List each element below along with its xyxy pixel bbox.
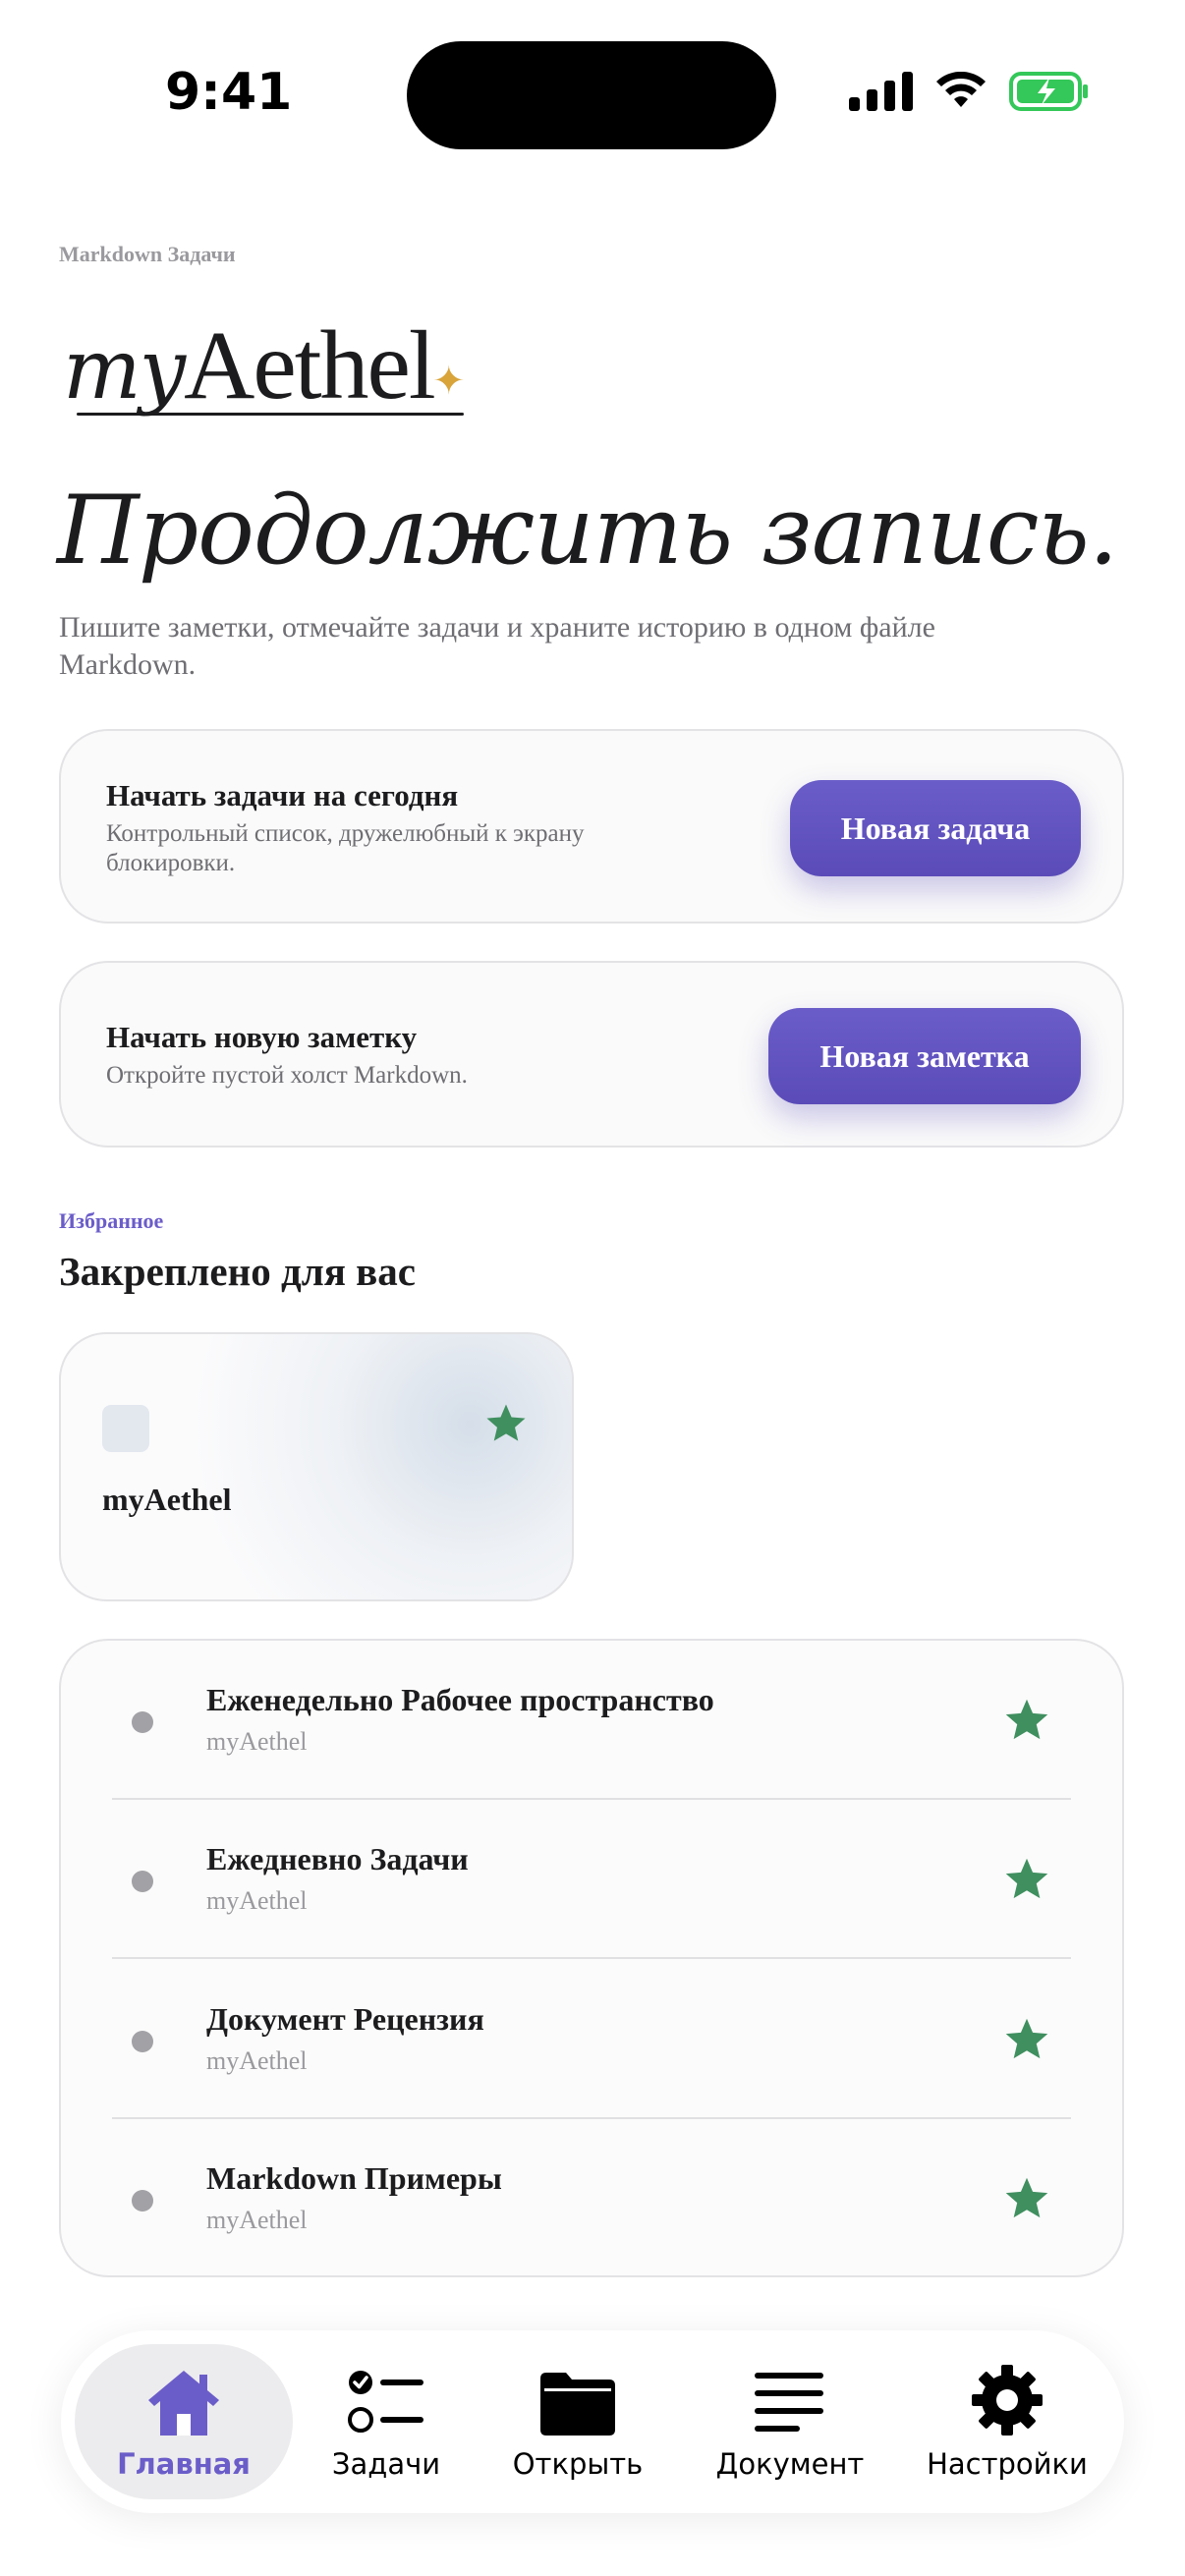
list-item[interactable]: Markdown Примеры myAethel [61,2119,1122,2278]
tab-settings-label: Настройки [927,2447,1088,2481]
start-note-description: Откройте пустой холст Markdown. [106,1062,468,1089]
app-eyebrow: Markdown Задачи [59,242,236,266]
cellular-signal-icon [849,72,913,111]
tab-document[interactable]: Документ [682,2344,898,2499]
list-item-title: Markdown Примеры [206,2160,502,2196]
logo-wordmark-text: Aethel [184,310,436,420]
myaethel-logo: myAethel ✦ [63,308,466,421]
pinned-card[interactable]: myAethel [59,1332,574,1601]
logo-script-text: my [63,321,186,418]
logo-underline [77,413,464,416]
star-icon[interactable] [1002,2015,1051,2069]
tab-tasks-label: Задачи [331,2447,441,2481]
bullet-dot [132,2190,153,2212]
tab-tasks[interactable]: Задачи [303,2344,470,2499]
favorites-title: Закреплено для вас [59,1249,416,1294]
wifi-icon [934,72,988,111]
tab-settings[interactable]: Настройки [904,2344,1110,2499]
folder-icon [538,2363,617,2437]
battery-charging-icon [1009,71,1090,112]
home-icon [144,2363,223,2437]
document-lines-icon [751,2363,829,2437]
start-note-title: Начать новую заметку [106,1020,418,1054]
status-bar: 9:41 [0,0,1185,187]
sparkle-icon: ✦ [432,359,466,403]
bullet-dot [132,1871,153,1892]
status-icons [849,71,1090,112]
page-title: Продолжить запись. [57,476,1118,586]
star-icon[interactable] [1002,1696,1051,1750]
page-subtitle: Пишите заметки, отмечайте задачи и храни… [59,611,935,681]
list-item[interactable]: Еженедельно Рабочее пространство myAethe… [61,1641,1122,1800]
tab-home[interactable]: Главная [75,2344,293,2499]
list-item-title: Еженедельно Рабочее пространство [206,1682,714,1717]
tab-home-label: Главная [117,2447,251,2481]
star-icon[interactable] [1002,2174,1051,2228]
tab-document-label: Документ [715,2447,865,2481]
checklist-icon [347,2363,425,2437]
start-tasks-title: Начать задачи на сегодня [106,778,459,812]
gear-icon [970,2363,1044,2437]
list-item-title: Документ Рецензия [206,2001,484,2037]
start-tasks-description: Контрольный список, дружелюбный к экрану… [106,820,585,876]
list-item-subtitle: myAethel [206,1727,308,1756]
pinned-thumbnail [102,1405,149,1452]
bullet-dot [132,2031,153,2052]
tab-open[interactable]: Открыть [480,2344,676,2499]
list-item-title: Ежедневно Задачи [206,1841,469,1876]
new-task-button[interactable]: Новая задача [790,780,1081,876]
start-note-card: Начать новую заметку Откройте пустой хол… [59,961,1124,1148]
dynamic-island [407,41,776,149]
start-tasks-card: Начать задачи на сегодня Контрольный спи… [59,729,1124,924]
pinned-card-name: myAethel [102,1482,232,1517]
tab-open-label: Открыть [512,2447,644,2481]
new-note-button[interactable]: Новая заметка [768,1008,1081,1104]
star-icon[interactable] [1002,1855,1051,1909]
document-list: Еженедельно Рабочее пространство myAethe… [59,1639,1124,2277]
list-item[interactable]: Ежедневно Задачи myAethel [61,1800,1122,1959]
divider [112,1957,1071,1959]
bullet-dot [132,1711,153,1733]
list-item-subtitle: myAethel [206,1886,308,1915]
status-time: 9:41 [165,63,293,122]
favorites-eyebrow: Избранное [59,1208,164,1233]
list-item[interactable]: Документ Рецензия myAethel [61,1960,1122,2119]
star-icon[interactable] [483,1401,529,1451]
tab-bar: Главная Задачи Открыть Документ Настройк… [61,2330,1124,2513]
list-item-subtitle: myAethel [206,2046,308,2075]
list-item-subtitle: myAethel [206,2206,308,2234]
